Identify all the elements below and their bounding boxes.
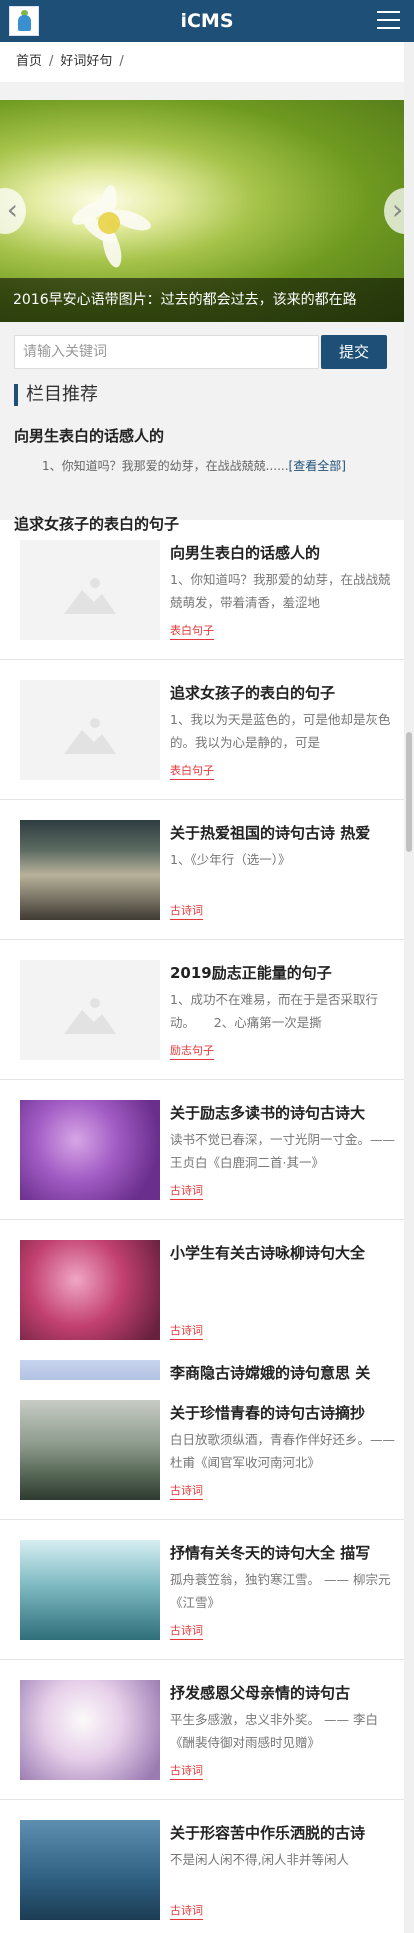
image-slider[interactable]: 2016早安心语带图片：过去的都会过去，该来的都在路 ‹ › — [0, 100, 404, 322]
image-placeholder-sun — [90, 998, 100, 1008]
scrollbar-thumb[interactable] — [406, 732, 412, 852]
article-title[interactable]: 追求女孩子的表白的句子 — [170, 682, 400, 703]
article-excerpt: 1、你知道吗？我那爱的幼芽，在战战兢兢萌发，带着清香，羞涩地 — [170, 572, 391, 610]
article-excerpt: 1、《少年行（选一）》 — [170, 852, 291, 867]
article-category-tag[interactable]: 古诗词 — [170, 1182, 203, 1200]
article-title[interactable]: 关于珍惜青春的诗句古诗摘抄 — [170, 1402, 400, 1423]
breadcrumb-home[interactable]: 首页 — [16, 54, 42, 69]
featured-desc-text: 1、你知道吗？我那爱的幼芽，在战战兢兢...... — [42, 459, 289, 473]
article-excerpt: 孤舟蓑笠翁，独钓寒江雪。 —— 柳宗元《江雪》 — [170, 1572, 391, 1610]
image-placeholder-icon — [64, 590, 116, 614]
article-item[interactable]: 抒发感恩父母亲情的诗句古平生多感激，忠义非外奖。 —— 李白《酬裴侍御对雨感时见… — [0, 1660, 404, 1800]
image-placeholder-sun — [90, 578, 100, 588]
section-title: 栏目推荐 — [14, 384, 98, 406]
featured-desc: 1、你知道吗？我那爱的幼芽，在战战兢兢......[查看全部] — [42, 457, 346, 474]
article-category-tag[interactable]: 古诗词 — [170, 1622, 203, 1640]
article-thumbnail[interactable] — [20, 680, 160, 780]
article-category-tag[interactable]: 励志句子 — [170, 1042, 214, 1060]
article-item[interactable]: 追求女孩子的表白的句子 1、我以为天是蓝色的，可是他却是灰色的。我以为心是静的，可… — [0, 660, 404, 800]
article-thumbnail[interactable] — [20, 1820, 160, 1920]
article-title[interactable]: 关于热爱祖国的诗句古诗 热爱 — [170, 822, 400, 843]
article-title[interactable]: 抒情有关冬天的诗句大全 描写 — [170, 1542, 400, 1563]
breadcrumb: 首页 / 好词好句 / — [0, 42, 404, 82]
article-category-tag[interactable]: 古诗词 — [170, 1902, 203, 1920]
top-header: iCMS — [0, 0, 414, 42]
article-thumbnail[interactable] — [20, 1100, 160, 1200]
article-title[interactable]: 抒发感恩父母亲情的诗句古 — [170, 1682, 400, 1703]
view-all-link[interactable]: [查看全部] — [289, 459, 346, 473]
slide-caption[interactable]: 2016早安心语带图片：过去的都会过去，该来的都在路 — [0, 278, 404, 322]
search-input[interactable]: 请输入关键词 — [14, 335, 319, 369]
breadcrumb-separator: / — [119, 54, 124, 69]
article-excerpt: 读书不觉已春深，一寸光阴一寸金。—— 王贞白《白鹿洞二首·其一》 — [170, 1132, 396, 1170]
featured-title[interactable]: 向男生表白的话感人的 — [14, 425, 164, 446]
article-title[interactable]: 小学生有关古诗咏柳诗句大全 — [170, 1242, 400, 1263]
article-title[interactable]: 向男生表白的话感人的 — [170, 542, 400, 563]
article-thumbnail[interactable] — [20, 820, 160, 920]
site-title[interactable]: iCMS — [0, 0, 414, 42]
article-item[interactable]: 关于热爱祖国的诗句古诗 热爱 1、《少年行（选一）》 古诗词 — [0, 800, 404, 940]
breadcrumb-separator: / — [49, 54, 54, 69]
image-placeholder-sun — [90, 718, 100, 728]
article-item[interactable]: 关于珍惜青春的诗句古诗摘抄白日放歌须纵酒，青春作伴好还乡。—— 杜甫《闻官军收河… — [0, 1380, 404, 1520]
article-excerpt: 1、我以为天是蓝色的，可是他却是灰色的。我以为心是静的，可是 — [170, 712, 391, 750]
article-category-tag[interactable]: 表白句子 — [170, 622, 214, 640]
image-placeholder-icon — [64, 1010, 116, 1034]
article-excerpt: 白日放歌须纵酒，青春作伴好还乡。—— 杜甫《闻官军收河南河北》 — [170, 1432, 396, 1470]
article-item[interactable]: 小学生有关古诗咏柳诗句大全 古诗词 — [0, 1220, 404, 1360]
article-thumbnail[interactable] — [20, 1240, 160, 1340]
scrollbar[interactable] — [404, 42, 414, 1933]
article-title[interactable]: 关于形容苦中作乐洒脱的古诗 — [170, 1822, 400, 1843]
article-category-tag[interactable]: 古诗词 — [170, 1762, 203, 1780]
featured-title-2[interactable]: 追求女孩子的表白的句子 — [14, 513, 179, 534]
breadcrumb-category[interactable]: 好词好句 — [60, 54, 112, 69]
menu-icon[interactable] — [377, 11, 400, 30]
article-item[interactable]: 抒情有关冬天的诗句大全 描写孤舟蓑笠翁，独钓寒江雪。 —— 柳宗元《江雪》古诗词 — [0, 1520, 404, 1660]
article-thumbnail[interactable] — [20, 540, 160, 640]
article-category-tag[interactable]: 古诗词 — [170, 902, 203, 920]
article-item[interactable]: 关于形容苦中作乐洒脱的古诗不是闲人闲不得,闲人非并等闲人 古诗词 — [0, 1800, 404, 1933]
article-title[interactable]: 2019励志正能量的句子 — [170, 962, 400, 983]
article-thumbnail[interactable] — [20, 1540, 160, 1640]
search-submit-button[interactable]: 提交 — [321, 335, 387, 369]
article-category-tag[interactable]: 表白句子 — [170, 762, 214, 780]
article-title[interactable]: 关于励志多读书的诗句古诗大 — [170, 1102, 400, 1123]
article-excerpt: 平生多感激，忠义非外奖。 —— 李白《酬裴侍御对雨感时见赠》 — [170, 1712, 378, 1750]
article-thumbnail[interactable] — [20, 1400, 160, 1500]
article-category-tag[interactable]: 古诗词 — [170, 1322, 203, 1340]
image-placeholder-icon — [64, 730, 116, 754]
article-excerpt: 1、成功不在难易，而在于是否采取行动。 2、心痛第一次是撕 — [170, 992, 378, 1030]
article-item[interactable]: 向男生表白的话感人的 1、你知道吗？我那爱的幼芽，在战战兢兢萌发，带着清香，羞涩地… — [0, 520, 404, 660]
article-category-tag[interactable]: 古诗词 — [170, 1482, 203, 1500]
article-thumbnail[interactable] — [20, 960, 160, 1060]
article-thumbnail[interactable] — [20, 1680, 160, 1780]
article-excerpt: 不是闲人闲不得,闲人非并等闲人 — [170, 1852, 349, 1867]
article-item[interactable]: 2019励志正能量的句子 1、成功不在难易，而在于是否采取行动。 2、心痛第一次是… — [0, 940, 404, 1080]
article-item[interactable]: 关于励志多读书的诗句古诗大读书不觉已春深，一寸光阴一寸金。—— 王贞白《白鹿洞二… — [0, 1080, 404, 1220]
